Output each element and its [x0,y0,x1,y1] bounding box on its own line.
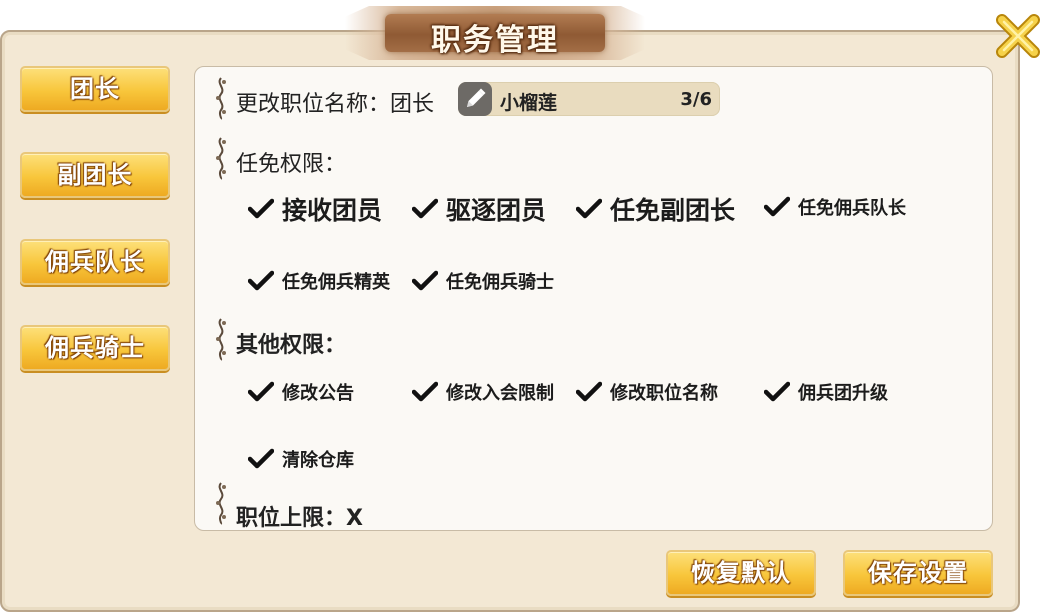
perm-label: 任免佣兵骑士 [446,272,554,293]
vine-ornament-icon [216,137,226,180]
checkmark-icon [412,270,438,291]
perm-label: 清除仓库 [282,450,354,471]
checkmark-icon [248,270,274,291]
perm-expel-members[interactable]: 驱逐团员 [412,191,546,227]
perm-appoint-vice-leader[interactable]: 任免副团长 [576,191,735,227]
perm-upgrade-guild[interactable]: 佣兵团升级 [764,379,888,405]
perm-label: 任免佣兵队长 [798,198,906,219]
perm-edit-announcement[interactable]: 修改公告 [248,379,354,405]
perm-label: 驱逐团员 [446,196,547,225]
checkmark-icon [248,448,274,469]
perm-edit-position-name[interactable]: 修改职位名称 [576,379,718,405]
save-settings-button[interactable]: 保存设置 [843,550,993,596]
vine-ornament-icon [216,318,226,361]
perm-label: 接收团员 [282,196,383,225]
perm-label: 修改职位名称 [610,383,718,404]
other-permissions-label: 其他权限： [236,333,347,358]
checkmark-icon [412,198,438,219]
perm-label: 修改公告 [282,383,354,404]
perm-label: 修改入会限制 [446,383,554,404]
restore-default-button[interactable]: 恢复默认 [666,550,816,596]
vine-ornament-icon [216,482,226,525]
title-banner: 职务管理 [345,6,645,60]
checkmark-icon [248,198,274,219]
perm-accept-members[interactable]: 接收团员 [248,191,382,227]
checkmark-icon [576,381,602,402]
checkmark-icon [412,381,438,402]
title-name-char-count: 3/6 [680,89,712,110]
checkmark-icon [576,198,602,219]
perm-label: 佣兵团升级 [798,383,888,404]
appoint-permissions-label: 任免权限： [236,152,347,177]
perm-appoint-mercenary-captain[interactable]: 任免佣兵队长 [764,194,906,220]
pencil-icon [467,88,486,107]
tab-mercenary-knight[interactable]: 佣兵骑士 [20,325,170,371]
checkmark-icon [764,196,790,217]
vine-ornament-icon [216,77,226,120]
checkmark-icon [248,381,274,402]
tab-mercenary-captain[interactable]: 佣兵队长 [20,239,170,285]
checkmark-icon [764,381,790,402]
tab-leader[interactable]: 团长 [20,66,170,112]
page-title: 职务管理 [431,23,559,58]
perm-edit-join-restriction[interactable]: 修改入会限制 [412,379,554,405]
position-limit-label: 职位上限：X [236,506,363,531]
title-name-value: 小榴莲 [500,92,558,114]
title-name-field[interactable]: 小榴莲 3/6 [458,82,720,116]
perm-clear-warehouse[interactable]: 清除仓库 [248,446,354,472]
edit-button[interactable] [458,82,492,116]
perm-appoint-mercenary-elite[interactable]: 任免佣兵精英 [248,268,390,294]
tab-vice-leader[interactable]: 副团长 [20,152,170,198]
perm-label: 任免佣兵精英 [282,272,390,293]
close-icon [996,14,1040,58]
perm-appoint-mercenary-knight[interactable]: 任免佣兵骑士 [412,268,554,294]
perm-label: 任免副团长 [610,196,736,225]
rename-label: 更改职位名称：团长 [236,92,435,117]
close-button[interactable] [994,12,1042,60]
